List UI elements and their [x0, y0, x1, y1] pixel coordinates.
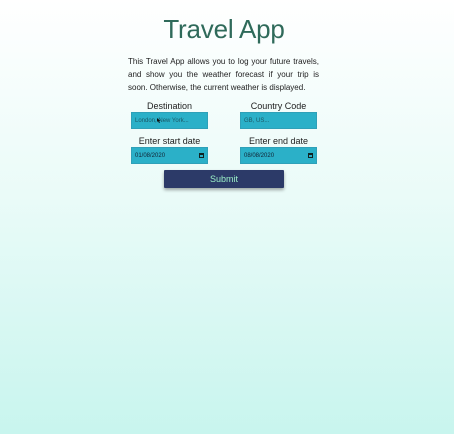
start-date-input[interactable]: 01/08/2020: [131, 147, 208, 164]
app-description: This Travel App allows you to log your f…: [128, 57, 319, 92]
start-date-value: 01/08/2020: [135, 152, 166, 159]
travel-app: Travel App This Travel App allows you to…: [0, 0, 454, 434]
country-code-input[interactable]: GB, US...: [240, 112, 317, 129]
calendar-icon[interactable]: [308, 153, 313, 158]
mouse-cursor-icon: [157, 118, 161, 123]
end-date-value: 08/08/2020: [244, 152, 275, 159]
destination-placeholder: London, New York...: [135, 117, 189, 124]
destination-input[interactable]: London, New York...: [131, 112, 208, 129]
calendar-icon[interactable]: [199, 153, 204, 158]
page-title: Travel App: [163, 14, 285, 44]
submit-button[interactable]: Submit: [164, 170, 284, 188]
end-date-input[interactable]: 08/08/2020: [240, 147, 317, 164]
country-code-placeholder: GB, US...: [244, 117, 270, 124]
destination-label: Destination: [146, 101, 193, 111]
